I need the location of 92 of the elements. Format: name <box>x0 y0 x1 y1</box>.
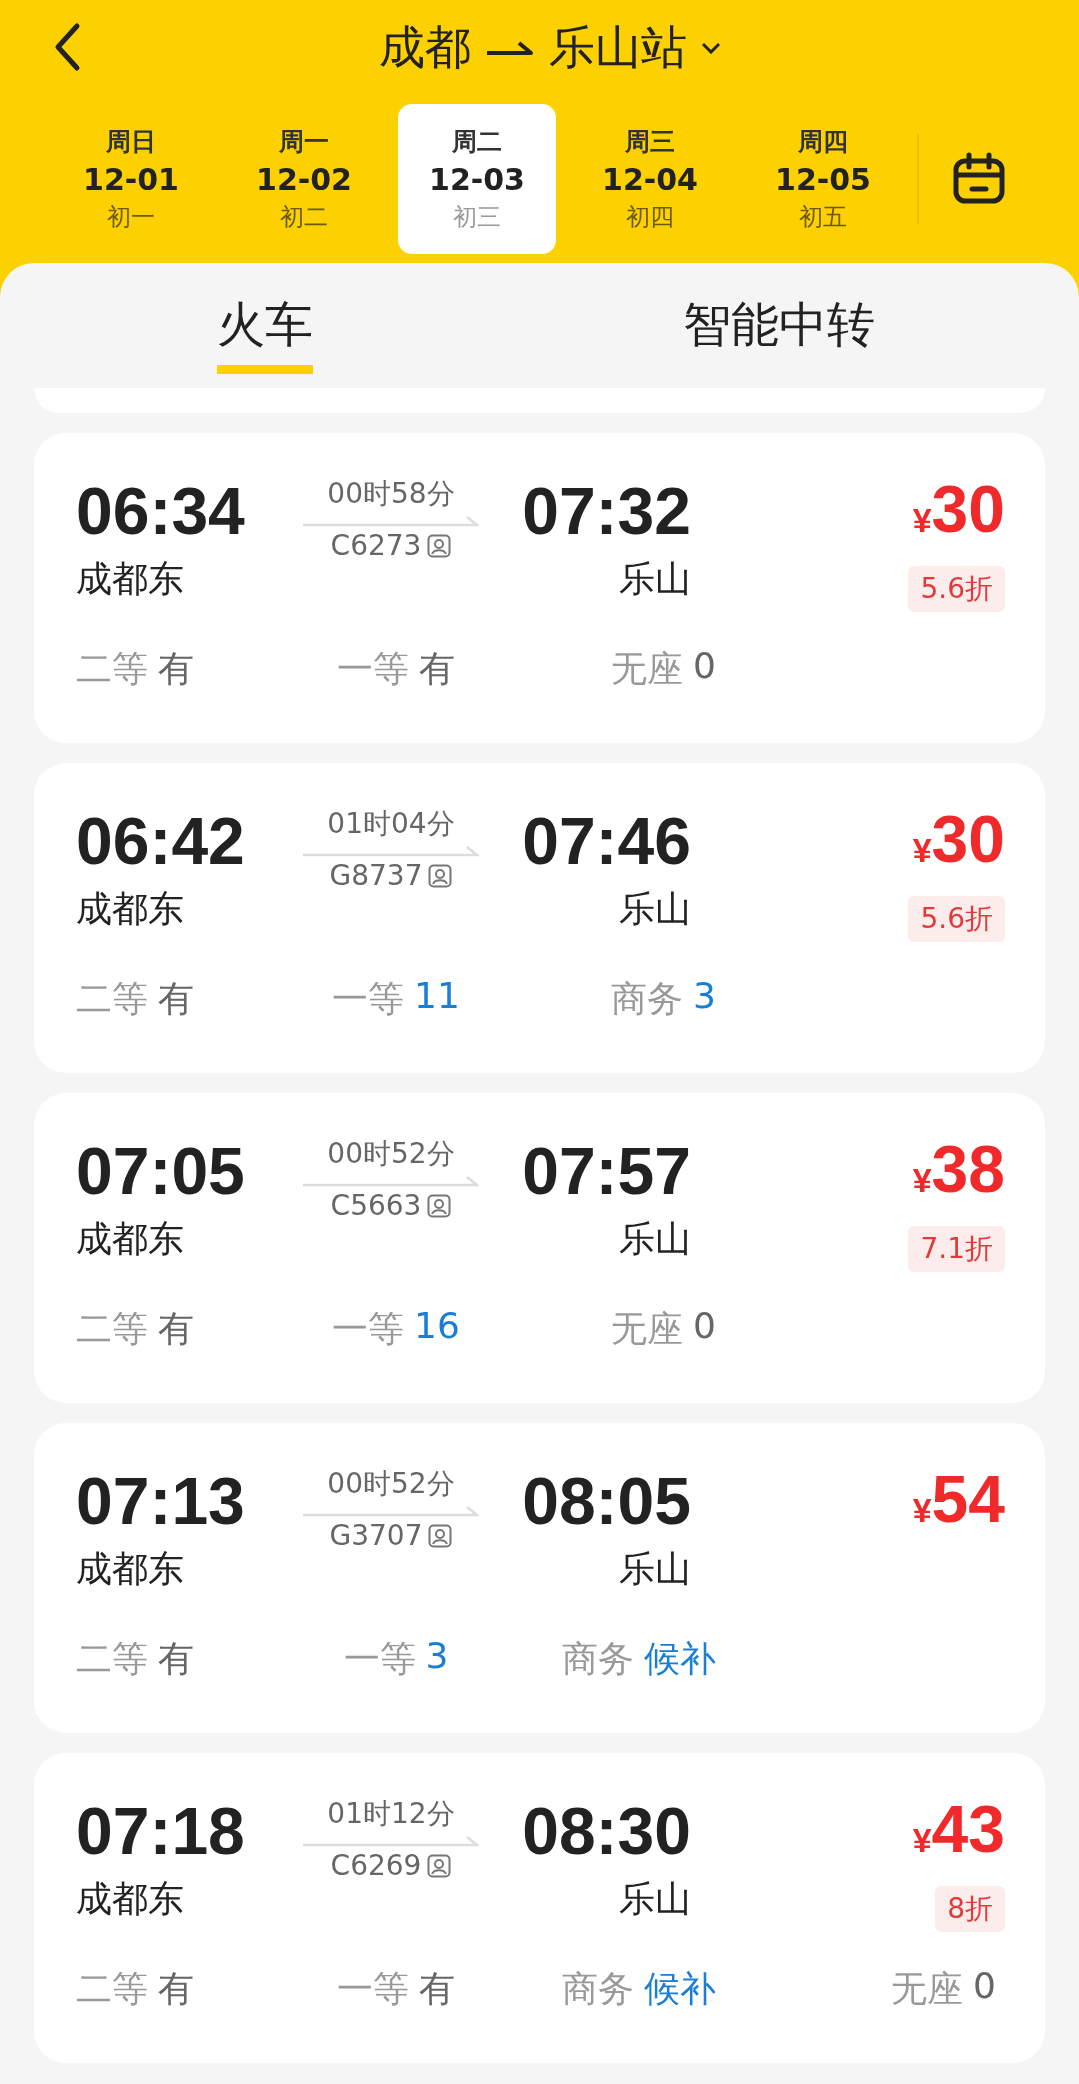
seat-class: 商务 <box>611 977 684 1021</box>
seat-availability: 有 <box>158 1967 194 2011</box>
departure-station: 成都东 <box>76 1547 184 1591</box>
departure-station: 成都东 <box>76 887 184 931</box>
departure-time: 07:18 <box>76 1793 245 1869</box>
person-icon <box>427 533 452 558</box>
price: ¥38 <box>912 1133 1005 1208</box>
train-card[interactable]: 07:13 成都东 00时52分 G3707 08:05 乐山 ¥54 二等 有 一等 3 商务 候补 <box>34 1423 1045 1733</box>
train-number: G3707 <box>329 1519 423 1552</box>
seat-class: 二等 <box>76 1637 148 1681</box>
seat-availability: 0 <box>693 645 716 688</box>
seat-availability: 3 <box>693 975 716 1018</box>
seat-availability: 有 <box>419 647 455 691</box>
discount-badge: 5.6折 <box>908 566 1005 612</box>
departure-time: 06:34 <box>76 473 245 549</box>
duration: 01时04分 <box>327 806 455 842</box>
arrival-station: 乐山 <box>619 1547 691 1591</box>
seat-class: 一等 <box>332 977 405 1021</box>
seat-availability: 候补 <box>644 1967 716 2011</box>
departure-station: 成都东 <box>76 557 184 601</box>
mode-tab[interactable]: 火车 <box>217 263 313 374</box>
train-card[interactable]: 07:05 成都东 00时52分 C5663 07:57 乐山 ¥38 7.1折 二等 有 一等 16 无座 0 <box>34 1093 1045 1403</box>
seat-class: 二等 <box>76 647 148 691</box>
seat-availability: 3 <box>425 1635 449 1678</box>
seat-availability: 有 <box>158 1637 194 1681</box>
seat-class: 二等 <box>76 977 148 1021</box>
duration: 00时58分 <box>327 476 455 512</box>
seat-availability: 0 <box>693 1305 716 1348</box>
seat-class: 无座 <box>611 1307 684 1351</box>
discount-badge: 7.1折 <box>908 1226 1005 1272</box>
person-icon <box>427 1193 452 1218</box>
price: ¥30 <box>912 473 1005 548</box>
train-number: C6273 <box>330 529 422 562</box>
seat-class: 一等 <box>332 1307 405 1351</box>
date-tab[interactable]: 周二 12-03 初三 <box>398 104 556 254</box>
departure-time: 07:13 <box>76 1463 245 1539</box>
price: ¥30 <box>912 803 1005 878</box>
price: ¥54 <box>912 1463 1005 1538</box>
seat-availability: 11 <box>414 975 460 1018</box>
seat-class: 二等 <box>76 1967 148 2011</box>
mode-tab[interactable]: 智能中转 <box>683 263 875 378</box>
calendar-icon[interactable] <box>951 151 1007 207</box>
person-icon <box>428 1523 453 1548</box>
seat-class: 无座 <box>891 1967 964 2011</box>
seat-class: 一等 <box>343 1637 416 1681</box>
person-icon <box>428 863 453 888</box>
train-number: C6269 <box>330 1849 422 1882</box>
price: ¥43 <box>912 1793 1005 1868</box>
origin-city: 成都 <box>378 18 471 76</box>
seat-class: 二等 <box>76 1307 148 1351</box>
departure-station: 成都东 <box>76 1217 184 1261</box>
date-tab[interactable]: 周三 12-04 初四 <box>571 104 729 254</box>
arrival-time: 08:05 <box>522 1463 691 1539</box>
arrival-station: 乐山 <box>619 1217 691 1261</box>
train-card[interactable]: 06:34 成都东 00时58分 C6273 07:32 乐山 ¥30 5.6折 二等 有 一等 有 无座 0 <box>34 433 1045 743</box>
arrival-time: 08:30 <box>522 1793 691 1869</box>
seat-class: 无座 <box>611 647 684 691</box>
arrival-time: 07:32 <box>522 473 691 549</box>
train-card[interactable]: 06:42 成都东 01时04分 G8737 07:46 乐山 ¥30 5.6折 二等 有 一等 11 商务 3 <box>34 763 1045 1073</box>
seat-availability: 候补 <box>644 1637 716 1681</box>
train-number: G8737 <box>329 859 423 892</box>
seat-class: 一等 <box>337 1967 409 2011</box>
destination-station: 乐山站 <box>548 18 687 76</box>
discount-badge: 5.6折 <box>908 896 1005 942</box>
seat-availability: 有 <box>158 647 194 691</box>
caret-icon[interactable] <box>700 41 721 54</box>
seat-class: 商务 <box>562 1637 634 1681</box>
seat-availability: 有 <box>158 1307 194 1351</box>
seat-availability: 0 <box>973 1965 996 2008</box>
seat-class: 商务 <box>562 1967 634 2011</box>
seat-class: 一等 <box>337 647 409 691</box>
duration: 00时52分 <box>327 1136 455 1172</box>
arrival-station: 乐山 <box>619 1877 691 1921</box>
discount-badge: 8折 <box>935 1886 1005 1932</box>
departure-time: 06:42 <box>76 803 245 879</box>
seat-availability: 有 <box>419 1967 455 2011</box>
date-tab[interactable]: 周一 12-02 初二 <box>225 104 383 254</box>
person-icon <box>427 1853 452 1878</box>
train-card[interactable]: 07:18 成都东 01时12分 C6269 08:30 乐山 ¥43 8折 二等 有 一等 有 商务 候补 无座 0 <box>34 1753 1045 2063</box>
arrival-time: 07:57 <box>522 1133 691 1209</box>
train-number: C5663 <box>330 1189 422 1222</box>
date-tab[interactable]: 周四 12-05 初五 <box>744 104 902 254</box>
duration: 00时52分 <box>327 1466 455 1502</box>
arrival-time: 07:46 <box>522 803 691 879</box>
seat-availability: 有 <box>158 977 194 1021</box>
duration: 01时12分 <box>327 1796 455 1832</box>
arrival-station: 乐山 <box>619 887 691 931</box>
seat-availability: 16 <box>414 1305 460 1348</box>
date-tab[interactable]: 周日 12-01 初一 <box>52 104 210 254</box>
departure-time: 07:05 <box>76 1133 245 1209</box>
arrival-station: 乐山 <box>619 557 691 601</box>
departure-station: 成都东 <box>76 1877 184 1921</box>
